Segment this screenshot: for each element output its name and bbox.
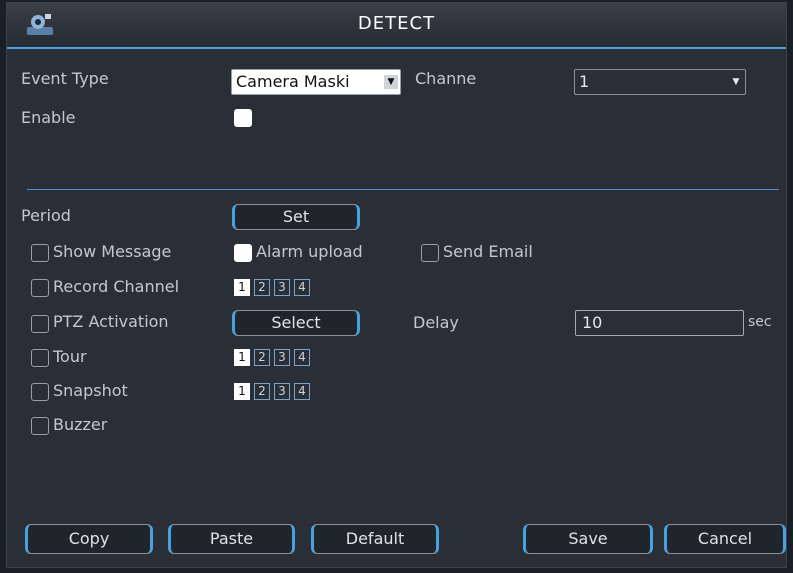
ptz-activation-label: PTZ Activation — [53, 312, 169, 331]
show-message-checkbox[interactable] — [31, 244, 49, 262]
tour-channel-selector: 1 2 3 4 — [234, 349, 310, 366]
record-channel-2[interactable]: 2 — [254, 279, 270, 296]
tour-channel-2[interactable]: 2 — [254, 349, 270, 366]
tour-channel-4[interactable]: 4 — [294, 349, 310, 366]
snapshot-channel-1[interactable]: 1 — [234, 383, 250, 400]
record-channel-1[interactable]: 1 — [234, 279, 250, 296]
paste-button[interactable]: Paste — [168, 524, 295, 554]
event-type-value: Camera Maski — [236, 72, 350, 91]
chevron-down-icon: ▼ — [732, 77, 740, 87]
ptz-activation-checkbox[interactable] — [31, 315, 49, 333]
section-divider — [27, 189, 779, 190]
tour-label: Tour — [53, 347, 87, 366]
snapshot-channel-2[interactable]: 2 — [254, 383, 270, 400]
send-email-checkbox[interactable] — [421, 244, 439, 262]
cancel-button[interactable]: Cancel — [664, 524, 786, 554]
copy-button[interactable]: Copy — [25, 524, 153, 554]
event-type-select[interactable]: Camera Maski ▼ — [231, 69, 401, 95]
title-bar: DETECT — [7, 3, 786, 49]
detect-dialog: DETECT Event Type Camera Maski ▼ Channe … — [6, 2, 787, 568]
record-channel-3[interactable]: 3 — [274, 279, 290, 296]
channel-value: 1 — [579, 72, 590, 91]
record-channel-4[interactable]: 4 — [294, 279, 310, 296]
channel-label: Channe — [415, 69, 477, 88]
snapshot-label: Snapshot — [53, 381, 128, 400]
alarm-upload-label: Alarm upload — [256, 242, 363, 261]
tour-channel-3[interactable]: 3 — [274, 349, 290, 366]
default-button[interactable]: Default — [311, 524, 439, 554]
buzzer-checkbox[interactable] — [31, 417, 49, 435]
window-title: DETECT — [357, 13, 436, 34]
record-channel-checkbox[interactable] — [31, 279, 49, 297]
snapshot-channel-3[interactable]: 3 — [274, 383, 290, 400]
snapshot-channel-selector: 1 2 3 4 — [234, 383, 310, 400]
save-button[interactable]: Save — [523, 524, 653, 554]
buzzer-label: Buzzer — [53, 415, 108, 434]
chevron-down-icon: ▼ — [384, 75, 398, 89]
delay-label: Delay — [413, 313, 459, 332]
period-label: Period — [21, 206, 71, 225]
tour-checkbox[interactable] — [31, 349, 49, 367]
ptz-select-button[interactable]: Select — [232, 310, 360, 336]
send-email-label: Send Email — [443, 242, 533, 261]
tour-channel-1[interactable]: 1 — [234, 349, 250, 366]
record-channel-selector: 1 2 3 4 — [234, 279, 310, 296]
show-message-label: Show Message — [53, 242, 172, 261]
alarm-upload-checkbox[interactable] — [234, 244, 252, 262]
snapshot-channel-4[interactable]: 4 — [294, 383, 310, 400]
enable-label: Enable — [21, 108, 76, 127]
delay-input[interactable]: 10 — [575, 310, 744, 336]
channel-select[interactable]: 1 ▼ — [574, 69, 746, 95]
period-set-button[interactable]: Set — [232, 204, 360, 230]
event-type-label: Event Type — [21, 69, 109, 88]
delay-unit-label: sec — [748, 314, 772, 330]
record-channel-label: Record Channel — [53, 277, 180, 296]
enable-checkbox[interactable] — [234, 109, 252, 127]
snapshot-checkbox[interactable] — [31, 383, 49, 401]
